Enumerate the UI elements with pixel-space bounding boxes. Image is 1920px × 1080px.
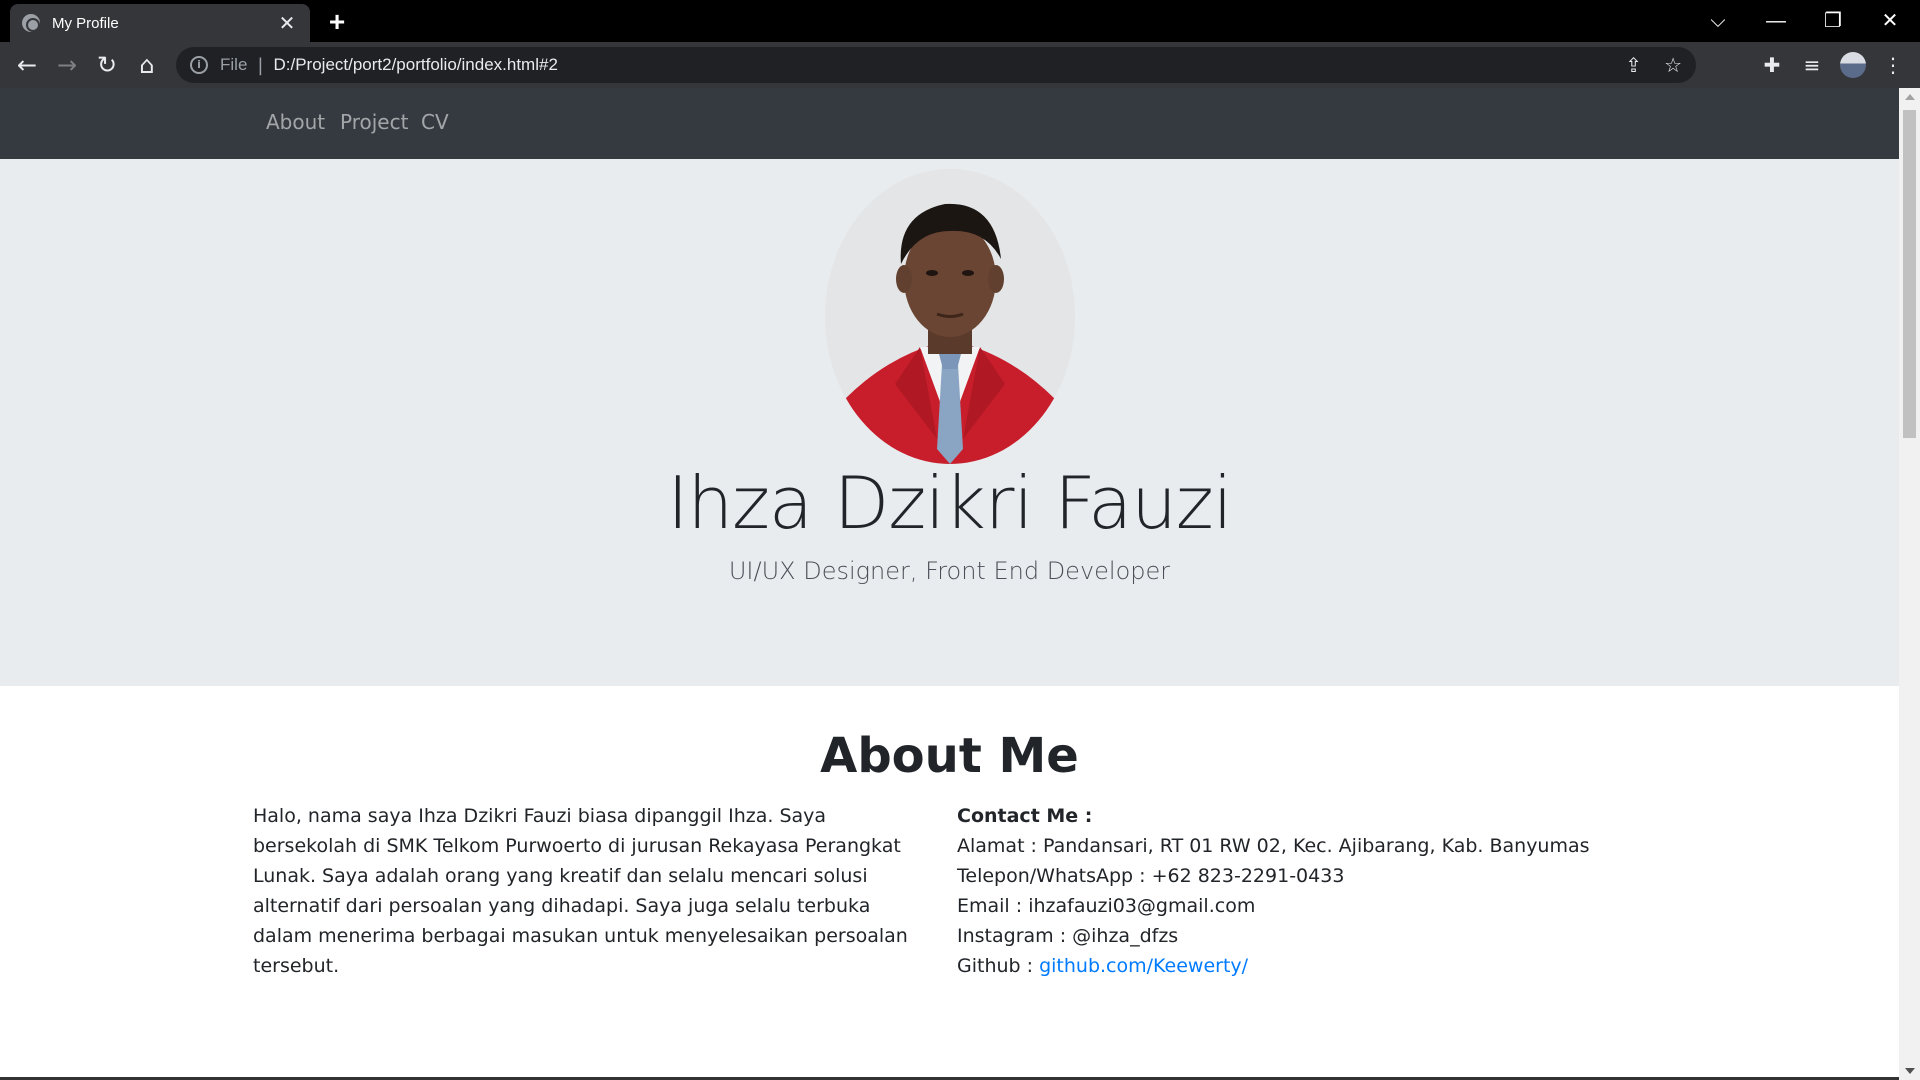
profile-subtitle: UI/UX Designer, Front End Developer bbox=[728, 557, 1171, 585]
bookmark-star-icon[interactable]: ☆ bbox=[1664, 53, 1682, 77]
info-icon[interactable]: i bbox=[190, 56, 208, 74]
url-separator: | bbox=[257, 54, 264, 76]
page-scrollbar[interactable] bbox=[1899, 88, 1920, 1080]
share-icon[interactable]: ⇪ bbox=[1625, 53, 1642, 77]
scroll-down-icon[interactable] bbox=[1905, 1068, 1915, 1074]
home-icon[interactable]: ⌂ bbox=[132, 50, 162, 80]
reload-icon[interactable]: ↻ bbox=[92, 50, 122, 80]
url-text[interactable]: D:/Project/port2/portfolio/index.html#2 bbox=[273, 55, 557, 75]
profile-name: Ihza Dzikri Fauzi bbox=[667, 461, 1232, 545]
contact-phone: Telepon/WhatsApp : +62 823-2291-0433 bbox=[957, 865, 1345, 887]
contact-email: Email : ihzafauzi03@gmail.com bbox=[957, 895, 1256, 917]
back-icon[interactable]: ← bbox=[12, 50, 42, 80]
nav-link-about[interactable]: About bbox=[266, 110, 325, 134]
minimize-icon[interactable]: — bbox=[1756, 6, 1796, 36]
extensions-icon[interactable]: ✚ bbox=[1757, 50, 1787, 80]
forward-icon[interactable]: → bbox=[52, 50, 82, 80]
restore-icon[interactable]: ❐ bbox=[1813, 6, 1853, 36]
scrollbar-thumb[interactable] bbox=[1903, 110, 1916, 438]
contact-github: Github : github.com/Keewerty/ bbox=[957, 951, 1637, 981]
browser-toolbar: ← → ↻ ⌂ i File | D:/Project/port2/portfo… bbox=[0, 42, 1920, 88]
profile-photo bbox=[825, 169, 1075, 464]
browser-tab[interactable]: My Profile ✕ bbox=[10, 4, 310, 42]
url-scheme: File bbox=[220, 55, 248, 74]
tab-close-icon[interactable]: ✕ bbox=[276, 11, 298, 35]
hero-section: Ihza Dzikri Fauzi UI/UX Designer, Front … bbox=[0, 159, 1899, 686]
contact-instagram: Instagram : @ihza_dfzs bbox=[957, 925, 1179, 947]
profile-avatar[interactable] bbox=[1840, 52, 1866, 78]
contact-block: Contact Me : Alamat : Pandansari, RT 01 … bbox=[957, 801, 1637, 981]
about-heading: About Me bbox=[820, 728, 1079, 784]
scroll-up-icon[interactable] bbox=[1905, 94, 1915, 100]
about-bio: Halo, nama saya Ihza Dzikri Fauzi biasa … bbox=[253, 805, 908, 977]
github-link[interactable]: github.com/Keewerty/ bbox=[1039, 955, 1248, 977]
site-navbar: About Project CV bbox=[0, 88, 1899, 159]
page-viewport: About Project CV Ihza Dzikri Fauzi UI/UX… bbox=[0, 88, 1899, 1080]
contact-heading: Contact Me : bbox=[957, 805, 1093, 827]
tab-search-icon[interactable]: ⌵ bbox=[1698, 6, 1738, 36]
tab-title: My Profile bbox=[52, 14, 119, 32]
menu-icon[interactable]: ⋮ bbox=[1878, 50, 1908, 80]
github-label: Github : bbox=[957, 955, 1040, 977]
browser-titlebar: My Profile ✕ + ⌵ — ❐ ✕ bbox=[0, 0, 1920, 42]
nav-link-cv[interactable]: CV bbox=[421, 110, 449, 134]
nav-link-project[interactable]: Project bbox=[340, 110, 408, 134]
globe-icon bbox=[22, 14, 40, 32]
about-section: About Me Halo, nama saya Ihza Dzikri Fau… bbox=[0, 686, 1899, 1080]
reading-list-icon[interactable]: ≡ bbox=[1797, 50, 1827, 80]
new-tab-button[interactable]: + bbox=[322, 8, 352, 38]
address-bar[interactable]: i File | D:/Project/port2/portfolio/inde… bbox=[176, 47, 1696, 83]
contact-address: Alamat : Pandansari, RT 01 RW 02, Kec. A… bbox=[957, 835, 1590, 857]
close-window-icon[interactable]: ✕ bbox=[1870, 6, 1910, 36]
